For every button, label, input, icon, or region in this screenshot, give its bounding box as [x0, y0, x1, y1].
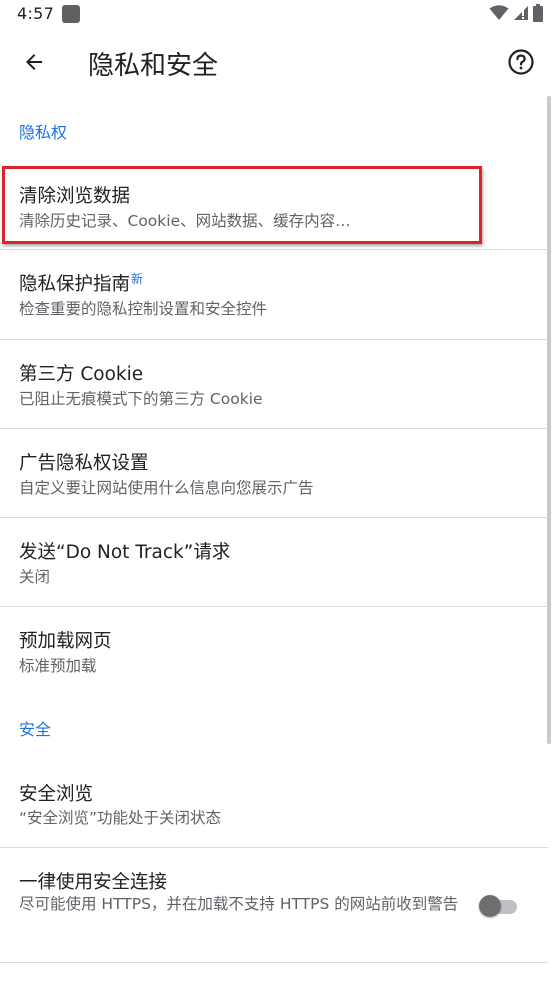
setting-subtitle: 自定义要让网站使用什么信息向您展示广告: [19, 479, 314, 497]
app-notification-icon: [62, 5, 80, 23]
setting-ad-privacy[interactable]: 广告隐私权设置 自定义要让网站使用什么信息向您展示广告: [0, 429, 548, 518]
setting-do-not-track[interactable]: 发送“Do Not Track”请求 关闭: [0, 518, 548, 607]
cellular-signal-icon: [513, 5, 529, 25]
setting-title: 隐私保护指南新: [19, 270, 143, 296]
setting-title: 一律使用安全连接: [19, 872, 168, 893]
help-circle-icon: [507, 48, 535, 80]
battery-icon: [533, 4, 543, 26]
setting-third-party-cookies[interactable]: 第三方 Cookie 已阻止无痕模式下的第三方 Cookie: [0, 340, 548, 429]
back-button[interactable]: [14, 44, 54, 84]
toggle-thumb: [479, 895, 501, 917]
setting-subtitle: 检查重要的隐私控制设置和安全控件: [19, 300, 268, 318]
setting-title-text: 隐私保护指南: [19, 274, 131, 295]
status-icons: [489, 4, 543, 26]
page-title: 隐私和安全: [88, 51, 219, 81]
help-button[interactable]: [501, 44, 541, 84]
setting-subtitle: 关闭: [19, 568, 51, 586]
setting-subtitle: 标准预加载: [19, 657, 97, 675]
setting-title: 发送“Do Not Track”请求: [19, 542, 231, 563]
new-badge: 新: [131, 272, 144, 286]
section-header-security: 安全: [19, 720, 52, 739]
setting-title: 预加载网页: [19, 631, 112, 652]
wifi-icon: [489, 5, 509, 25]
status-bar: 4:57: [0, 0, 553, 30]
divider: [0, 962, 548, 963]
setting-subtitle: 已阻止无痕模式下的第三方 Cookie: [19, 390, 263, 408]
setting-title: 广告隐私权设置: [19, 453, 149, 474]
setting-subtitle: “安全浏览”功能处于关闭状态: [19, 809, 222, 827]
setting-title: 第三方 Cookie: [19, 364, 144, 385]
setting-title: 安全浏览: [19, 784, 94, 805]
arrow-left-icon: [22, 50, 46, 78]
setting-subtitle: 尽可能使用 HTTPS，并在加载不支持 HTTPS 的网站前收到警告: [19, 895, 459, 913]
setting-privacy-guide[interactable]: 隐私保护指南新 检查重要的隐私控制设置和安全控件: [0, 250, 548, 339]
screen: 4:57 隐私和安全 隐私权 清除浏览数据 清除历史记录、Cookie、网站数据…: [0, 0, 553, 981]
setting-always-secure-connections[interactable]: 一律使用安全连接 尽可能使用 HTTPS，并在加载不支持 HTTPS 的网站前收…: [0, 848, 548, 962]
section-header-privacy: 隐私权: [19, 123, 68, 142]
setting-preload-pages[interactable]: 预加载网页 标准预加载: [0, 607, 548, 696]
setting-safe-browsing[interactable]: 安全浏览 “安全浏览”功能处于关闭状态: [0, 758, 548, 847]
toolbar: 隐私和安全: [0, 30, 553, 96]
status-time: 4:57: [17, 4, 55, 23]
secure-connections-toggle[interactable]: [479, 894, 519, 918]
highlight-annotation-box: [2, 166, 482, 244]
